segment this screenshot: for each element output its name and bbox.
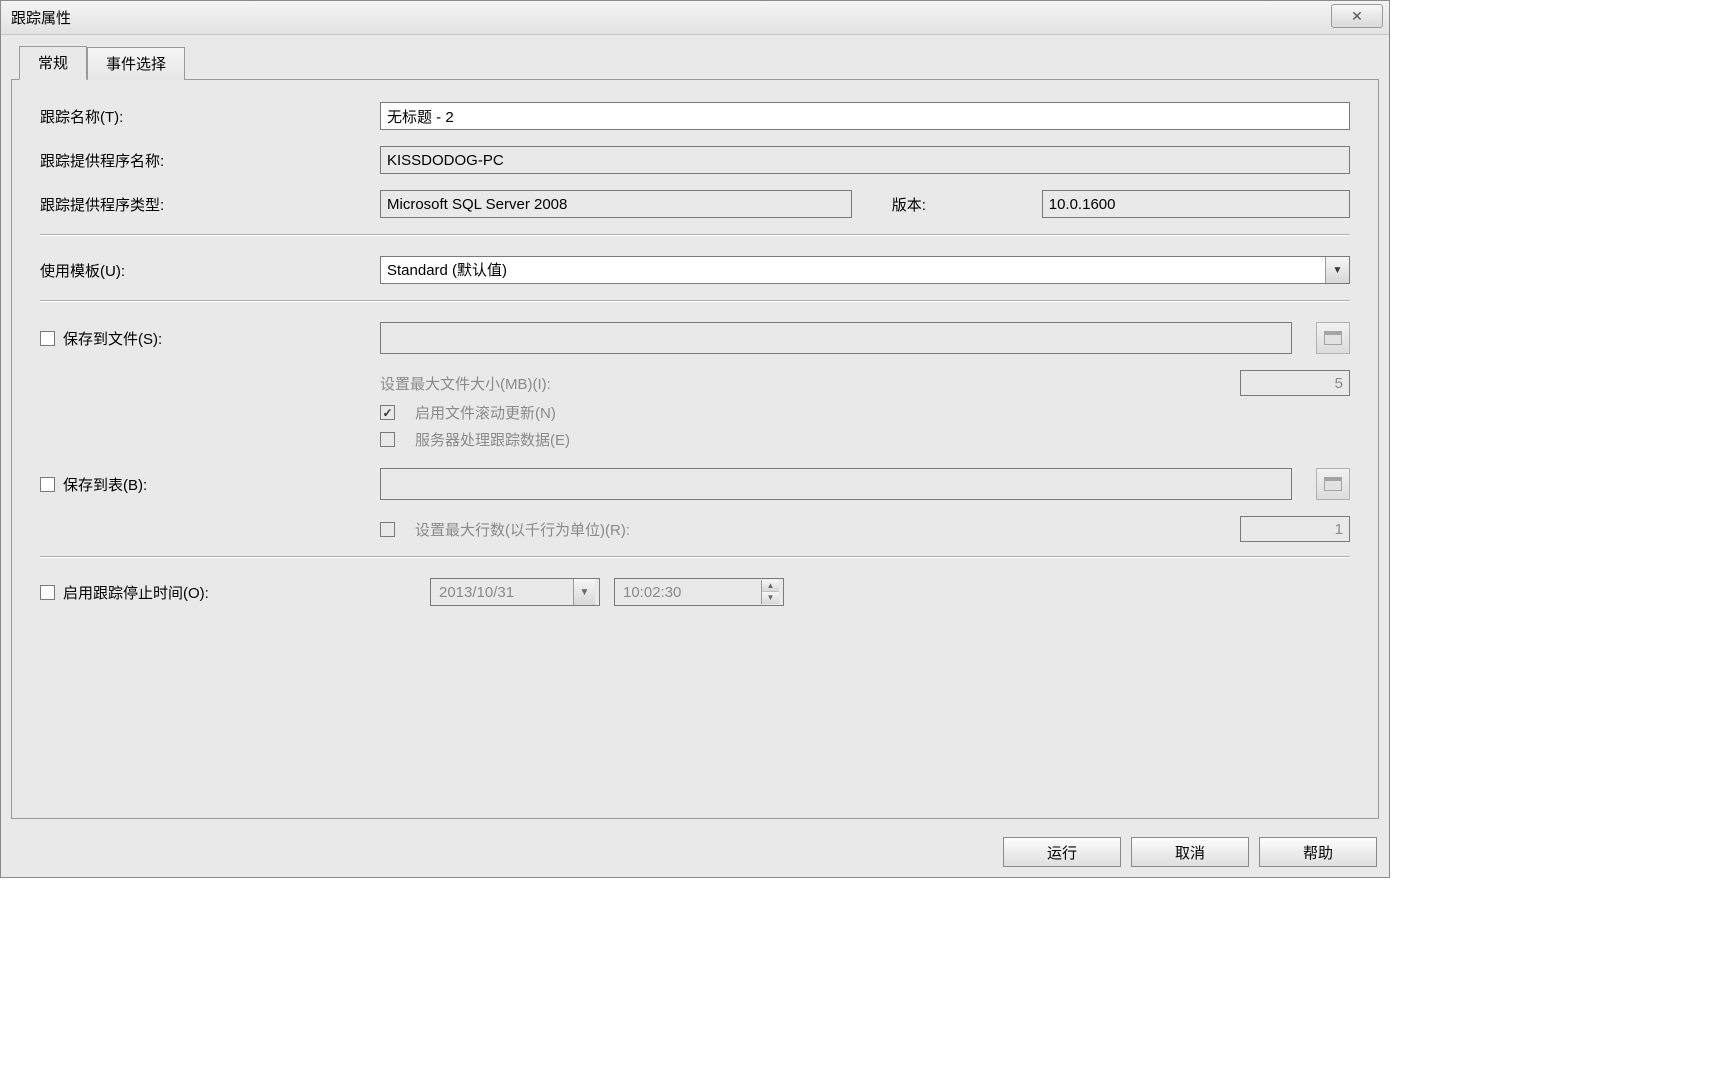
titlebar: 跟踪属性 ✕	[1, 1, 1389, 35]
enable-rollover-checkbox	[380, 405, 395, 420]
max-rows-checkbox	[380, 522, 395, 537]
max-rows-input	[1240, 516, 1350, 542]
template-combo[interactable]: Standard (默认值)	[380, 256, 1350, 284]
save-to-table-checkbox[interactable]	[40, 477, 55, 492]
separator-3	[40, 556, 1350, 558]
close-button[interactable]: ✕	[1331, 4, 1383, 28]
max-file-size-input	[1240, 370, 1350, 396]
max-rows-label: 设置最大行数(以千行为单位)(R):	[415, 519, 630, 540]
save-to-table-label: 保存到表(B):	[63, 474, 147, 495]
tab-general[interactable]: 常规	[19, 46, 87, 80]
close-icon: ✕	[1351, 8, 1363, 25]
stop-date-field: 2013/10/31 ▼	[430, 578, 600, 606]
spin-down-icon: ▼	[762, 592, 779, 604]
provider-type-label: 跟踪提供程序类型:	[40, 194, 380, 215]
chevron-down-icon: ▼	[573, 579, 595, 605]
save-to-file-label: 保存到文件(S):	[63, 328, 162, 349]
tab-events[interactable]: 事件选择	[87, 47, 185, 80]
max-file-size-label: 设置最大文件大小(MB)(I):	[380, 373, 551, 394]
trace-name-label: 跟踪名称(T):	[40, 106, 380, 127]
enable-rollover-label: 启用文件滚动更新(N)	[415, 402, 556, 423]
run-button[interactable]: 运行	[1003, 837, 1121, 867]
template-label: 使用模板(U):	[40, 260, 380, 281]
version-field: 10.0.1600	[1042, 190, 1350, 218]
provider-name-field: KISSDODOG-PC	[380, 146, 1350, 174]
provider-name-label: 跟踪提供程序名称:	[40, 150, 380, 171]
save-to-file-path	[380, 322, 1292, 354]
spin-up-icon: ▲	[762, 580, 779, 592]
button-bar: 运行 取消 帮助	[1, 829, 1389, 877]
version-label: 版本:	[872, 194, 1022, 215]
time-spinner: ▲ ▼	[761, 580, 779, 604]
save-icon	[1324, 331, 1342, 345]
separator-1	[40, 234, 1350, 236]
template-combo-wrap: Standard (默认值) ▼	[380, 256, 1350, 284]
client-area: 常规 事件选择 跟踪名称(T): 跟踪提供程序名称: KISSDODOG-PC …	[1, 35, 1389, 829]
browse-table-button[interactable]	[1316, 468, 1350, 500]
enable-stop-time-checkbox[interactable]	[40, 585, 55, 600]
dialog-window: 跟踪属性 ✕ 常规 事件选择 跟踪名称(T): 跟踪提供程序名称: KISSDO…	[0, 0, 1390, 878]
browse-file-button[interactable]	[1316, 322, 1350, 354]
table-icon	[1324, 477, 1342, 491]
server-process-label: 服务器处理跟踪数据(E)	[415, 429, 570, 450]
window-title: 跟踪属性	[11, 7, 71, 28]
trace-name-input[interactable]	[380, 102, 1350, 130]
stop-time-field: 10:02:30 ▲ ▼	[614, 578, 784, 606]
stop-time-value: 10:02:30	[623, 584, 681, 601]
cancel-button[interactable]: 取消	[1131, 837, 1249, 867]
enable-stop-time-label: 启用跟踪停止时间(O):	[63, 582, 209, 603]
help-button[interactable]: 帮助	[1259, 837, 1377, 867]
save-to-table-path	[380, 468, 1292, 500]
tab-panel-general: 跟踪名称(T): 跟踪提供程序名称: KISSDODOG-PC 跟踪提供程序类型…	[11, 79, 1379, 819]
separator-2	[40, 300, 1350, 302]
server-process-checkbox	[380, 432, 395, 447]
save-to-file-checkbox[interactable]	[40, 331, 55, 346]
provider-type-field: Microsoft SQL Server 2008	[380, 190, 852, 218]
tab-strip: 常规 事件选择	[19, 45, 1379, 79]
stop-date-value: 2013/10/31	[439, 584, 514, 601]
